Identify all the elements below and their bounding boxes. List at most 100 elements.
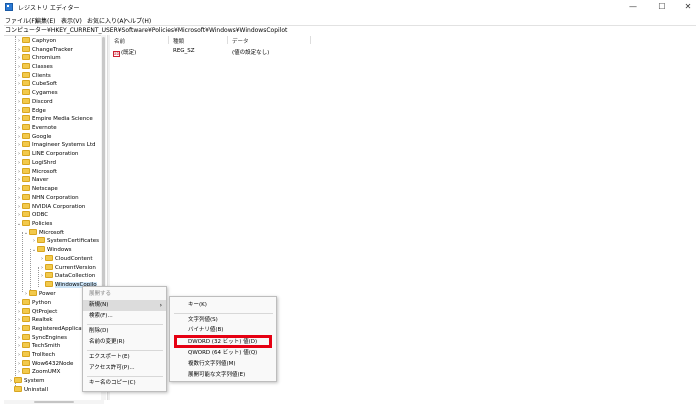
column-divider[interactable] xyxy=(227,36,228,44)
tree-item[interactable]: › Trolltech xyxy=(16,351,55,360)
folder-icon xyxy=(45,264,53,270)
column-header-type[interactable]: 種類 xyxy=(173,37,184,45)
scrollbar-thumb[interactable] xyxy=(34,401,74,403)
value-name: (既定) xyxy=(121,50,137,56)
folder-icon xyxy=(22,150,30,156)
folder-icon xyxy=(22,159,30,165)
folder-icon xyxy=(22,168,30,174)
menu-separator xyxy=(87,376,163,377)
folder-icon xyxy=(14,386,22,392)
maximize-button[interactable]: ☐ xyxy=(651,0,673,14)
tree-item[interactable]: › Imagineer Systems Ltd xyxy=(16,141,95,150)
folder-icon xyxy=(22,72,30,78)
tree-item[interactable]: › RegisteredApplicat xyxy=(16,325,84,334)
menu-separator xyxy=(87,350,163,351)
menu-view[interactable]: 表示(V) xyxy=(61,16,82,25)
tree-guide-line xyxy=(22,232,23,292)
folder-icon xyxy=(22,89,30,95)
tree-item[interactable]: › LINE Corporation xyxy=(16,150,79,159)
window-title: レジストリ エディター xyxy=(18,5,80,12)
column-header-data[interactable]: データ xyxy=(232,37,249,45)
folder-icon xyxy=(29,229,37,235)
submenu-item-multi-string-value[interactable]: 複数行文字列値(M) xyxy=(170,359,276,370)
menu-bar: ファイル(F) 編集(E) 表示(V) お気に入り(A) ヘルプ(H) xyxy=(0,14,700,25)
menu-item-find[interactable]: 検索(F)... xyxy=(83,311,166,322)
menu-item-permissions[interactable]: アクセス許可(P)... xyxy=(83,363,166,374)
column-divider[interactable] xyxy=(310,36,311,44)
folder-icon xyxy=(22,185,30,191)
tree-horizontal-scrollbar[interactable] xyxy=(4,400,104,404)
folder-icon xyxy=(37,246,45,252)
submenu-item-expandable-string-value[interactable]: 展開可能な文字列値(E) xyxy=(170,370,276,381)
tree-guide-line xyxy=(30,249,31,292)
registry-editor-icon xyxy=(5,3,13,11)
folder-icon xyxy=(22,176,30,182)
folder-icon xyxy=(22,351,30,357)
tree-item[interactable]: › NHN Corporation xyxy=(16,194,79,203)
tree-item[interactable]: › Caphyon xyxy=(16,37,56,46)
folder-icon xyxy=(22,325,30,331)
tree-item[interactable]: › Naver xyxy=(16,176,48,185)
folder-icon xyxy=(22,141,30,147)
folder-icon xyxy=(22,299,30,305)
menu-item-export[interactable]: エクスポート(E) xyxy=(83,352,166,363)
context-menu: 展開する 新規(N) › 検索(F)... 削除(D) 名前の変更(R) エクスポ… xyxy=(82,286,167,392)
tree-item[interactable]: › Cygames xyxy=(16,89,58,98)
menu-favorites[interactable]: お気に入り(A) xyxy=(87,16,126,25)
tree-item[interactable]: › Discord xyxy=(16,98,53,107)
tree-item[interactable]: › SystemCertificates xyxy=(31,237,99,246)
tree-item[interactable]: › LogiShrd xyxy=(16,159,56,168)
folder-icon xyxy=(45,255,53,261)
submenu-item-key[interactable]: キー(K) xyxy=(170,300,276,311)
menu-item-new[interactable]: 新規(N) › xyxy=(83,300,166,311)
minimize-button[interactable]: — xyxy=(622,0,644,14)
folder-icon xyxy=(22,220,30,226)
tree-item[interactable]: › Classes xyxy=(16,63,53,72)
tree-item[interactable]: › Empire Media Science xyxy=(16,115,93,124)
tree-item[interactable]: › Chromium xyxy=(16,54,61,63)
tree-item[interactable]: › Evernote xyxy=(16,124,57,133)
column-header-name[interactable]: 名前 xyxy=(114,37,125,45)
folder-icon xyxy=(22,37,30,43)
tree-item[interactable]: › ZoomUMX xyxy=(16,368,60,377)
folder-icon xyxy=(22,360,30,366)
folder-icon xyxy=(22,194,30,200)
menu-edit[interactable]: 編集(E) xyxy=(35,16,55,25)
close-button[interactable]: ✕ xyxy=(677,0,699,14)
address-bar[interactable]: コンピューター¥HKEY_CURRENT_USER¥Software¥Polic… xyxy=(4,25,696,34)
menu-item-delete[interactable]: 削除(D) xyxy=(83,326,166,337)
menu-item-expand[interactable]: 展開する xyxy=(83,289,166,300)
folder-icon xyxy=(37,237,45,243)
tree-item[interactable]: › Netscape xyxy=(16,185,58,194)
folder-icon xyxy=(22,46,30,52)
tree-item[interactable]: › TechSmith xyxy=(16,342,60,351)
folder-icon xyxy=(22,54,30,60)
folder-icon xyxy=(22,316,30,322)
menu-file[interactable]: ファイル(F) xyxy=(5,16,37,25)
folder-icon xyxy=(22,107,30,113)
menu-item-rename[interactable]: 名前の変更(R) xyxy=(83,337,166,348)
tree-item[interactable]: › Python xyxy=(16,299,51,308)
menu-separator xyxy=(87,324,163,325)
folder-icon xyxy=(45,272,53,278)
column-divider[interactable] xyxy=(168,36,169,44)
menu-item-copy-key-name[interactable]: キー名のコピー(C) xyxy=(83,378,166,389)
tree-item[interactable]: › DataCollection xyxy=(39,272,95,281)
submenu-item-qword-value[interactable]: QWORD (64 ビット) 値(Q) xyxy=(170,348,276,359)
tree-item[interactable]: › ODBC xyxy=(16,211,48,220)
tree-item[interactable]: › Power xyxy=(23,290,56,299)
folder-icon xyxy=(22,63,30,69)
folder-icon xyxy=(22,80,30,86)
tree-item[interactable]: › System xyxy=(8,377,45,386)
folder-icon xyxy=(22,211,30,217)
highlight-annotation xyxy=(174,335,272,348)
folder-icon xyxy=(22,334,30,340)
tree-item[interactable]: ⌄ Windows xyxy=(31,246,72,255)
tree-item[interactable]: ⌄ Policies xyxy=(16,220,52,229)
menu-help[interactable]: ヘルプ(H) xyxy=(124,16,151,25)
tree-item[interactable]: › CloudContent xyxy=(39,255,93,264)
tree-item[interactable]: › Realtek xyxy=(16,316,53,325)
tree-item[interactable]: › CubeSoft xyxy=(16,80,57,89)
tree-item[interactable]: Uninstall xyxy=(8,386,48,395)
folder-icon xyxy=(22,342,30,348)
